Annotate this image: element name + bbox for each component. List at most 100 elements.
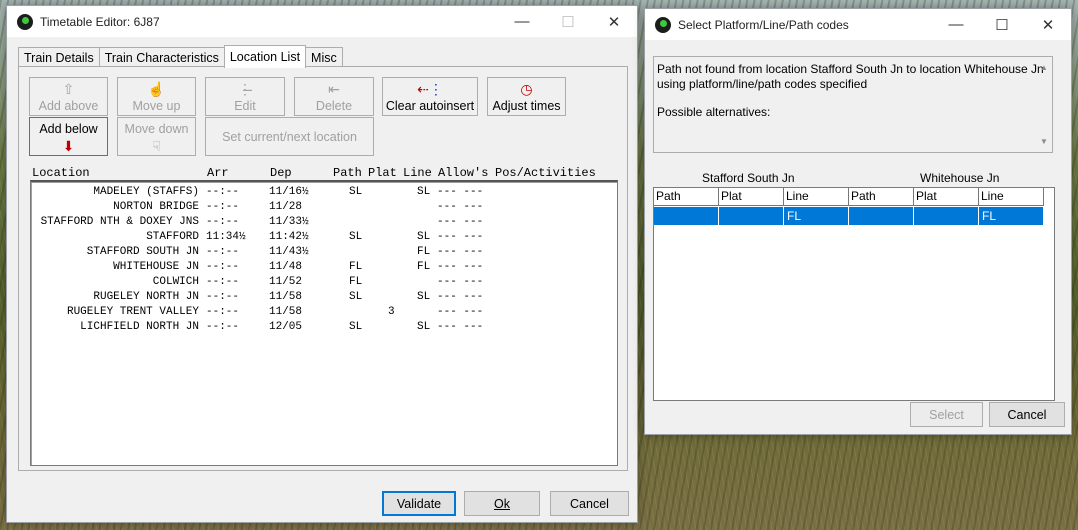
- from-location-label: Stafford South Jn: [702, 171, 795, 185]
- dialog-close-button[interactable]: ✕: [1025, 9, 1071, 40]
- dialog-titlebar[interactable]: Select Platform/Line/Path codes — ☐ ✕: [645, 9, 1071, 40]
- line-cell: SL: [417, 186, 431, 198]
- validate-button[interactable]: Validate: [382, 491, 456, 516]
- tab-location-list[interactable]: Location List: [223, 45, 307, 68]
- dialog-cancel-button[interactable]: Cancel: [989, 402, 1065, 427]
- selected-row-plat-to[interactable]: [914, 207, 979, 225]
- ok-button[interactable]: Ok: [464, 491, 540, 516]
- selected-row-path-from[interactable]: [654, 207, 719, 225]
- allow-cell: --- ---: [437, 186, 484, 198]
- delete-button[interactable]: ⇤ Delete: [294, 77, 374, 116]
- allow-cell: --- ---: [437, 291, 484, 303]
- select-codes-dialog: Select Platform/Line/Path codes — ☐ ✕ Pa…: [644, 8, 1072, 435]
- path-cell: SL: [349, 291, 363, 303]
- col-line-to[interactable]: Line: [979, 188, 1044, 206]
- tab-misc[interactable]: Misc: [305, 47, 343, 68]
- table-row[interactable]: STAFFORD SOUTH JN --:-- 11/43½ FL --- ---: [31, 245, 617, 260]
- arr-cell: --:--: [206, 246, 240, 258]
- editor-titlebar[interactable]: Timetable Editor: 6J87 — ☐ ✕: [7, 6, 637, 37]
- arr-cell: --:--: [206, 321, 240, 333]
- maximize-button[interactable]: ☐: [545, 6, 591, 37]
- table-row[interactable]: RUGELEY TRENT VALLEY --:-- 11/58 3 --- ---: [31, 305, 617, 320]
- dep-cell: 11/58: [269, 306, 303, 318]
- path-cell: FL: [349, 276, 363, 288]
- clock-icon: ◷: [520, 81, 533, 97]
- allow-cell: --- ---: [437, 231, 484, 243]
- message-line-3: Possible alternatives:: [657, 105, 771, 119]
- line-cell: SL: [417, 321, 431, 333]
- location-grid-header: Location Arr Dep Path Plat Line Allow's …: [32, 166, 622, 180]
- message-box: Path not found from location Stafford So…: [653, 56, 1053, 153]
- line-cell: SL: [417, 291, 431, 303]
- edit-button[interactable]: ⋮̶ Edit: [205, 77, 285, 116]
- location-cell: STAFFORD NTH & DOXEY JNS: [40, 216, 199, 228]
- col-path-from[interactable]: Path: [654, 188, 719, 206]
- table-row[interactable]: NORTON BRIDGE --:-- 11/28 --- ---: [31, 200, 617, 215]
- select-button[interactable]: Select: [910, 402, 983, 427]
- dep-cell: 11:42½: [269, 231, 309, 243]
- location-cell: STAFFORD SOUTH JN: [86, 246, 199, 258]
- table-row[interactable]: LICHFIELD NORTH JN --:-- 12/05 SL SL --- ---: [31, 320, 617, 335]
- minimize-button[interactable]: —: [499, 6, 545, 37]
- header-arr: Arr: [207, 166, 229, 180]
- col-plat-to[interactable]: Plat: [914, 188, 979, 206]
- scroll-up-icon[interactable]: ▲: [1040, 61, 1048, 76]
- add-below-button[interactable]: Add below ⬇: [29, 117, 108, 156]
- message-scrollbar[interactable]: ▲ ▼: [1040, 61, 1050, 149]
- allow-cell: --- ---: [437, 216, 484, 228]
- edit-icon: ⋮̶: [238, 81, 252, 97]
- tab-train-details[interactable]: Train Details: [18, 47, 100, 68]
- move-up-button[interactable]: ☝ Move up: [117, 77, 196, 116]
- delete-icon: ⇤: [328, 81, 340, 97]
- allow-cell: --- ---: [437, 321, 484, 333]
- selected-row-plat-from[interactable]: [719, 207, 784, 225]
- table-row[interactable]: RUGELEY NORTH JN --:-- 11/58 SL SL --- ---: [31, 290, 617, 305]
- header-plat: Plat: [368, 166, 397, 180]
- clear-autoinsert-button[interactable]: ⇠⋮ Clear autoinsert: [382, 77, 478, 116]
- location-cell: NORTON BRIDGE: [113, 201, 199, 213]
- col-line-from[interactable]: Line: [784, 188, 849, 206]
- col-path-to[interactable]: Path: [849, 188, 914, 206]
- table-row[interactable]: COLWICH --:-- 11/52 FL --- ---: [31, 275, 617, 290]
- adjust-times-button[interactable]: ◷ Adjust times: [487, 77, 566, 116]
- editor-tabs: Train Details Train Characteristics Loca…: [18, 45, 343, 68]
- location-cell: LICHFIELD NORTH JN: [80, 321, 199, 333]
- table-row[interactable]: MADELEY (STAFFS) --:-- 11/16½ SL SL --- ---: [31, 185, 617, 200]
- header-pos-activities: Pos/Activities: [495, 166, 596, 180]
- move-down-button[interactable]: Move down ☟: [117, 117, 196, 156]
- allow-cell: --- ---: [437, 246, 484, 258]
- arrow-up-icon: ⇧: [62, 81, 75, 97]
- cancel-button[interactable]: Cancel: [550, 491, 629, 516]
- arr-cell: --:--: [206, 261, 240, 273]
- arr-cell: 11:34½: [206, 231, 246, 243]
- close-button[interactable]: ✕: [591, 6, 637, 37]
- arr-cell: --:--: [206, 291, 240, 303]
- header-location: Location: [32, 166, 90, 180]
- header-allows: Allow's: [438, 166, 489, 180]
- dep-cell: 11/33½: [269, 216, 309, 228]
- allow-cell: --- ---: [437, 276, 484, 288]
- alternatives-table[interactable]: Path Plat Line Path Plat Line FL FL: [653, 187, 1055, 401]
- table-row[interactable]: STAFFORD 11:34½ 11:42½ SL SL --- ---: [31, 230, 617, 245]
- selected-row-path-to[interactable]: [849, 207, 914, 225]
- message-line-2: using platform/line/path codes specified: [657, 76, 868, 91]
- dep-cell: 11/16½: [269, 186, 309, 198]
- add-above-button[interactable]: ⇧ Add above: [29, 77, 108, 116]
- dep-cell: 11/52: [269, 276, 303, 288]
- selected-row-line-from[interactable]: FL: [784, 207, 849, 225]
- dialog-minimize-button[interactable]: —: [933, 9, 979, 40]
- table-row[interactable]: STAFFORD NTH & DOXEY JNS --:-- 11/33½ --- -…: [31, 215, 617, 230]
- scroll-down-icon[interactable]: ▼: [1040, 135, 1048, 150]
- set-current-next-button[interactable]: Set current/next location: [205, 117, 374, 156]
- table-row[interactable]: WHITEHOUSE JN --:-- 11/48 FL FL --- ---: [31, 260, 617, 275]
- arr-cell: --:--: [206, 216, 240, 228]
- selected-row-line-to[interactable]: FL: [979, 207, 1044, 225]
- tab-train-characteristics[interactable]: Train Characteristics: [98, 47, 225, 68]
- line-cell: SL: [417, 231, 431, 243]
- dialog-maximize-button[interactable]: ☐: [979, 9, 1025, 40]
- dep-cell: 11/43½: [269, 246, 309, 258]
- location-grid[interactable]: MADELEY (STAFFS) --:-- 11/16½ SL SL --- --- NO…: [30, 180, 618, 466]
- arrow-down-icon: ⬇: [62, 138, 75, 154]
- col-plat-from[interactable]: Plat: [719, 188, 784, 206]
- path-cell: SL: [349, 186, 363, 198]
